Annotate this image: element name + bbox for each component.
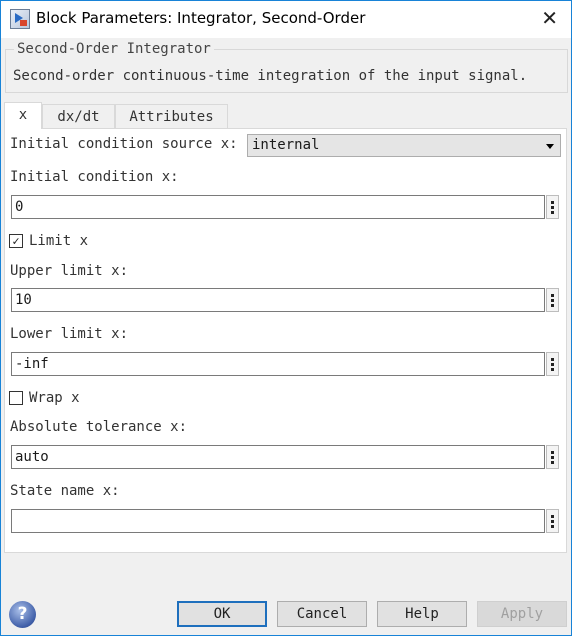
chevron-down-icon <box>546 144 554 149</box>
ok-button[interactable]: OK <box>177 601 267 627</box>
group-label: Second-Order Integrator <box>14 41 214 57</box>
ic-more-button[interactable] <box>546 195 559 219</box>
lower-label: Lower limit x: <box>10 326 129 342</box>
window-title: Block Parameters: Integrator, Second-Ord… <box>36 9 366 27</box>
help-button[interactable]: Help <box>377 601 467 627</box>
upper-label: Upper limit x: <box>10 263 129 279</box>
ic-source-label: Initial condition source x: <box>10 136 238 152</box>
apply-button[interactable]: Apply <box>477 601 567 627</box>
close-icon[interactable]: ✕ <box>541 6 558 30</box>
tab-x[interactable]: x <box>4 102 42 129</box>
block-description: Second-order continuous-time integration… <box>13 68 528 84</box>
ic-source-value: internal <box>252 137 320 153</box>
ic-label: Initial condition x: <box>10 169 179 185</box>
lower-input[interactable]: -inf <box>11 352 545 376</box>
state-name-more-button[interactable] <box>546 509 559 533</box>
ic-source-dropdown[interactable]: internal <box>247 134 561 157</box>
limit-label: Limit x <box>29 233 89 249</box>
tab-panel: Initial condition source x: internal Ini… <box>4 128 567 553</box>
upper-more-button[interactable] <box>546 288 559 312</box>
title-bar: Block Parameters: Integrator, Second-Ord… <box>0 0 572 38</box>
tab-attributes[interactable]: Attributes <box>115 104 228 129</box>
wrap-checkbox[interactable] <box>9 391 23 405</box>
state-name-label: State name x: <box>10 483 120 499</box>
cancel-button[interactable]: Cancel <box>277 601 367 627</box>
limit-checkbox[interactable]: ✓ <box>9 234 23 248</box>
upper-input[interactable]: 10 <box>11 288 545 312</box>
state-name-input[interactable] <box>11 509 545 533</box>
simulink-block-icon <box>10 9 30 29</box>
tab-dxdt[interactable]: dx/dt <box>42 104 115 129</box>
ic-input[interactable]: 0 <box>11 195 545 219</box>
abstol-more-button[interactable] <box>546 445 559 469</box>
abstol-label: Absolute tolerance x: <box>10 419 188 435</box>
wrap-label: Wrap x <box>29 390 80 406</box>
abstol-input[interactable]: auto <box>11 445 545 469</box>
block-description-group: Second-Order Integrator Second-order con… <box>5 41 568 93</box>
lower-more-button[interactable] <box>546 352 559 376</box>
help-icon[interactable]: ? <box>9 601 36 628</box>
